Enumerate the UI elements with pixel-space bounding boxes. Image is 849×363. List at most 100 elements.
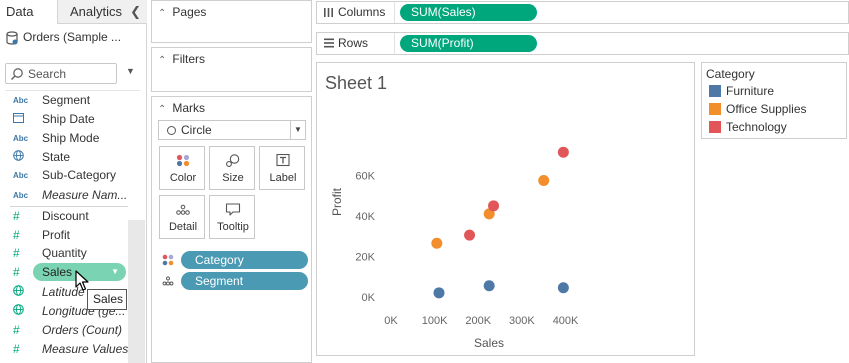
legend-label: Furniture [726,84,775,98]
marks-card-header[interactable]: ⌃ Marks [158,101,205,115]
y-tick-label: 60K [355,170,375,182]
dimension-field[interactable]: Abc Segment [0,91,147,110]
pages-card: ⌃ Pages [151,0,312,43]
x-axis-title: Sales [474,336,504,350]
datasource-name: Orders (Sample ... [23,30,122,44]
filters-card-header[interactable]: ⌃ Filters [158,52,205,66]
worksheet-view[interactable]: Sheet 1 0K 100K 200K 300K 400K 0K 20K 40K 60K Sal… [316,62,695,356]
columns-icon [324,8,333,17]
data-point-technology [464,229,476,241]
dimension-field[interactable]: Abc Ship Mode [0,129,147,148]
marks-card: ⌃ Marks Circle ▼ Color Size Label Detail… [151,96,312,363]
measure-field[interactable]: # Measure Values [0,340,147,359]
tooltip-button-label: Tooltip [217,221,249,233]
scrollbar[interactable] [128,220,145,363]
mark-type-value: Circle [181,123,212,137]
tab-analytics-label: Analytics [70,4,123,19]
x-tick-label: 200K [465,315,491,327]
detail-dots-icon [162,276,174,286]
legend-item-technology[interactable]: Technology [709,119,847,135]
rows-icon [324,38,334,48]
detail-button[interactable]: Detail [159,195,205,239]
field-name: Discount [42,209,89,223]
size-button[interactable]: Size [209,146,255,190]
field-name: Ship Mode [42,131,100,145]
circle-mark-icon [167,126,176,135]
measure-field[interactable]: # Quantity [0,244,147,263]
sum-profit-pill[interactable]: SUM(Profit) [400,35,537,52]
measure-field[interactable]: # Discount [0,207,147,226]
tooltip-button[interactable]: Tooltip [209,195,255,239]
dimension-field[interactable]: Abc Sub-Category [0,166,147,185]
y-tick-label: 0K [362,292,376,304]
drag-tooltip: Sales [87,289,127,310]
color-dots-icon [176,154,190,167]
pane-tabs: Data Analytics ❮ [0,0,147,24]
field-name: Measure Values [42,342,129,356]
color-dots-icon [162,254,174,266]
number-type-icon: # [13,228,20,242]
encoding-row-color[interactable]: Category [158,251,308,269]
encoding-row-detail[interactable]: Segment [158,272,308,290]
columns-shelf[interactable]: Columns SUM(Sales) [316,1,849,24]
tab-analytics[interactable]: Analytics ❮ [58,0,147,24]
x-tick-label: 100K [422,315,448,327]
sum-sales-pill[interactable]: SUM(Sales) [400,4,537,21]
rows-shelf[interactable]: Rows SUM(Profit) [316,32,849,55]
search-input[interactable] [28,66,114,81]
field-name: Orders (Count) [42,323,123,337]
string-type-icon: Abc [13,191,29,200]
filters-card: ⌃ Filters [151,47,312,92]
y-tick-label: 20K [355,251,375,263]
globe-icon [13,148,33,167]
color-button-label: Color [169,172,197,184]
tab-data[interactable]: Data [0,0,58,24]
measure-field[interactable]: # Profit [0,226,147,245]
columns-label-text: Columns [338,5,386,19]
chevron-down-icon: ▼ [111,267,119,276]
collapse-pane-icon[interactable]: ❮ [130,0,141,24]
pages-card-header[interactable]: ⌃ Pages [158,5,206,19]
search-icon [10,68,23,81]
database-icon [6,31,18,45]
data-point-furniture [483,280,495,292]
legend-swatch [709,103,721,115]
data-point-furniture [557,282,569,294]
x-tick-label: 300K [509,315,535,327]
drag-pill-label: Sales [42,265,73,279]
field-name: Ship Date [42,112,95,126]
field-name: Profit [42,228,71,242]
search-box[interactable] [5,63,117,84]
label-button[interactable]: Label [259,146,305,190]
number-type-icon: # [13,342,20,356]
number-type-icon: # [13,265,20,279]
size-icon [226,154,240,167]
speech-bubble-icon [225,203,241,216]
y-tick-label: 40K [355,211,375,223]
globe-icon [13,302,33,321]
search-options-caret-icon[interactable]: ▼ [126,66,135,76]
string-type-icon: Abc [13,96,29,105]
marks-card-title: Marks [172,101,206,115]
datasource-item[interactable]: Orders (Sample ... [6,28,144,46]
measure-field[interactable]: # Orders (Count) [0,321,147,340]
category-pill[interactable]: Category [181,251,308,269]
color-button[interactable]: Color [159,146,205,190]
legend-item-furniture[interactable]: Furniture [709,83,847,99]
mark-type-select[interactable]: Circle ▼ [158,120,306,140]
globe-icon [13,283,33,302]
x-tick-label: 400K [553,315,579,327]
string-type-icon: Abc [13,134,29,143]
string-type-icon: Abc [13,171,29,180]
data-point-office-supplies [538,175,550,187]
field-name: Measure Nam... [42,188,128,202]
rows-shelf-label: Rows [317,33,395,54]
dimension-field[interactable]: Ship Date [0,110,147,129]
number-type-icon: # [13,323,20,337]
legend-item-office-supplies[interactable]: Office Supplies [709,101,847,117]
legend-title[interactable]: Category [706,67,755,81]
segment-pill[interactable]: Segment [181,272,308,290]
dimension-field[interactable]: State [0,148,147,167]
chevron-up-icon: ⌃ [158,104,167,115]
dimension-field[interactable]: Abc Measure Nam... [0,186,147,205]
